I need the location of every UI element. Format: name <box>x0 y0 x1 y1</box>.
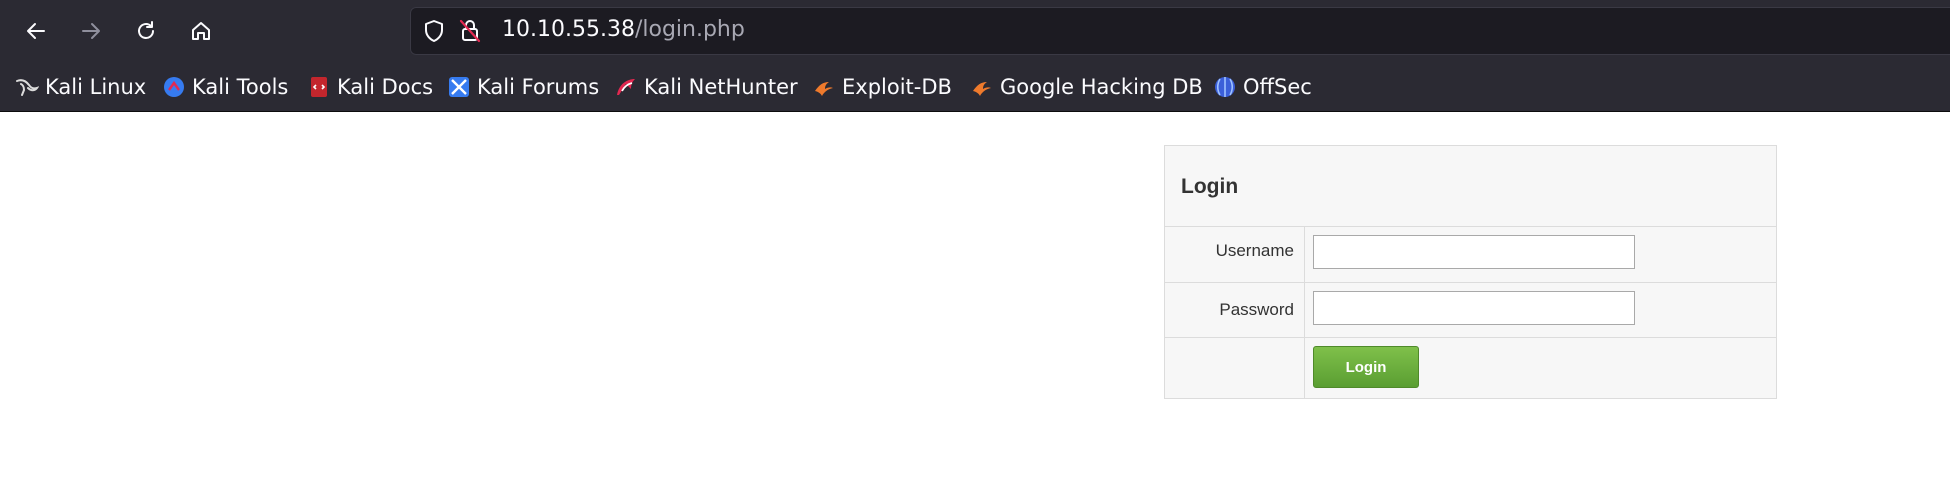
bookmark-label: Kali Forums <box>477 75 600 99</box>
home-icon <box>192 22 210 40</box>
bookmark-label: Google Hacking DB <box>1000 75 1203 99</box>
bookmark-label: Kali NetHunter <box>644 75 798 99</box>
reload-button[interactable] <box>128 13 164 49</box>
bookmark-offsec[interactable]: OffSec <box>1213 74 1312 100</box>
login-title: Login <box>1181 175 1239 198</box>
bookmark-exploit-db[interactable]: Exploit-DB <box>812 74 952 100</box>
bookmarks-toolbar: Kali Linux Kali Tools Kali Docs Kali For… <box>0 64 1950 112</box>
back-button[interactable] <box>18 13 54 49</box>
bookmark-kali-docs[interactable]: Kali Docs <box>307 74 433 100</box>
address-bar[interactable]: 10.10.55.38/login.php <box>410 7 1950 55</box>
offsec-icon <box>1215 77 1235 97</box>
kali-forums-icon <box>449 77 469 97</box>
kali-dragon-icon <box>16 79 39 96</box>
home-button[interactable] <box>183 13 219 49</box>
bookmark-label: Exploit-DB <box>842 75 952 99</box>
bookmark-kali-linux[interactable]: Kali Linux <box>15 74 146 100</box>
url-path: /login.php <box>634 17 745 42</box>
bookmark-label: OffSec <box>1243 75 1312 99</box>
username-input[interactable] <box>1313 235 1635 269</box>
login-button[interactable]: Login <box>1313 346 1419 388</box>
reload-icon <box>138 21 154 39</box>
username-label-cell: Username <box>1165 227 1305 282</box>
bookmark-label: Kali Docs <box>337 75 434 99</box>
submit-row: Login <box>1165 338 1776 398</box>
bookmark-label: Kali Tools <box>192 75 289 99</box>
login-form: Login Username Password Login <box>1164 145 1777 399</box>
shield-icon[interactable] <box>422 19 446 43</box>
bookmark-kali-nethunter[interactable]: Kali NetHunter <box>614 74 798 100</box>
url-text[interactable]: 10.10.55.38/login.php <box>502 17 745 42</box>
forward-arrow-icon <box>82 23 100 39</box>
bookmark-kali-tools[interactable]: Kali Tools <box>162 74 288 100</box>
login-header: Login <box>1165 146 1776 227</box>
bookmark-label: Kali Linux <box>45 75 147 99</box>
kali-docs-icon <box>311 77 327 97</box>
submit-spacer-cell <box>1165 338 1305 398</box>
kali-tools-icon <box>164 77 184 97</box>
browser-toolbar: 10.10.55.38/login.php <box>0 0 1950 64</box>
back-arrow-icon <box>27 23 45 39</box>
forward-button[interactable] <box>73 13 109 49</box>
nethunter-icon <box>617 79 635 95</box>
ghdb-icon <box>973 82 991 96</box>
password-label: Password <box>1219 300 1294 319</box>
username-label: Username <box>1215 241 1294 260</box>
bookmark-google-hacking-db[interactable]: Google Hacking DB <box>970 74 1203 100</box>
bookmark-kali-forums[interactable]: Kali Forums <box>447 74 599 100</box>
insecure-lock-icon[interactable] <box>458 18 482 44</box>
exploit-db-icon <box>815 82 833 96</box>
password-label-cell: Password <box>1165 283 1305 337</box>
password-row: Password <box>1165 283 1776 338</box>
username-row: Username <box>1165 227 1776 283</box>
url-host: 10.10.55.38 <box>502 17 635 42</box>
password-input[interactable] <box>1313 291 1635 325</box>
